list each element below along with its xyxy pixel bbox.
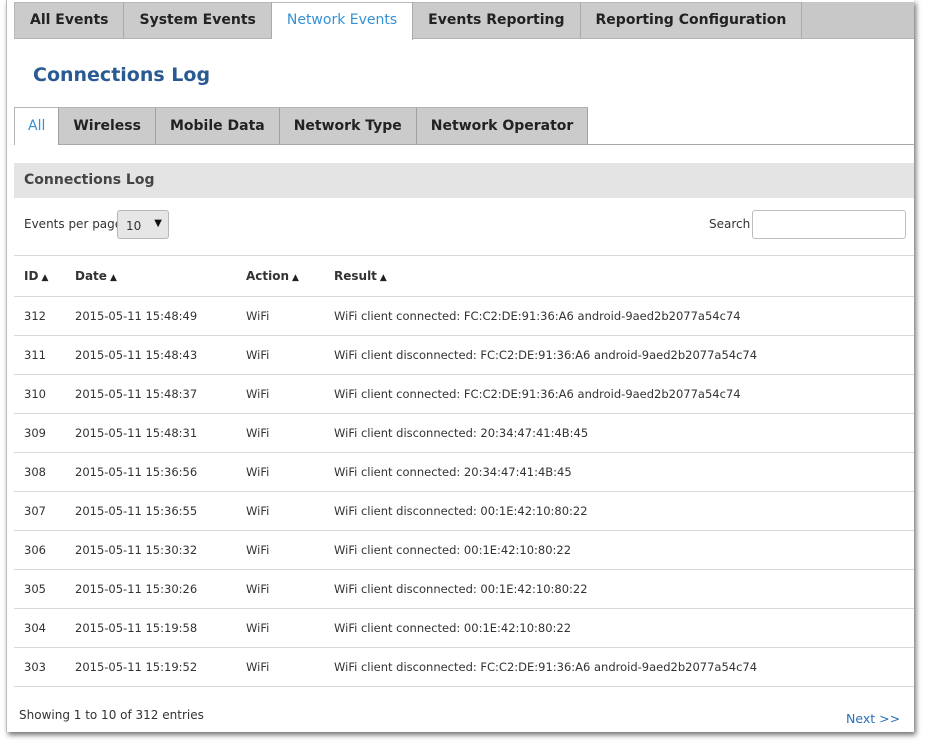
column-header-label: Date [75,269,107,283]
cell-id: 309 [14,413,65,453]
cell-result: WiFi client connected: 00:1E:42:10:80:22 [324,608,914,648]
cell-action: WiFi [236,374,324,414]
pagination-info: Showing 1 to 10 of 312 entries [19,708,204,722]
cell-date: 2015-05-11 15:48:49 [65,296,236,336]
cell-date: 2015-05-11 15:48:31 [65,413,236,453]
cell-action: WiFi [236,530,324,570]
cell-result: WiFi client disconnected: 20:34:47:41:4B… [324,413,914,453]
cell-id: 312 [14,296,65,336]
cell-action: WiFi [236,413,324,453]
column-header-id[interactable]: ID ▲ [14,255,65,297]
table-row: 304 2015-05-11 15:19:58 WiFi WiFi client co… [14,608,914,648]
sort-up-icon: ▲ [41,273,49,283]
section-header: Connections Log [14,163,914,198]
sub-tab-bar-filler [588,107,914,144]
cell-action: WiFi [236,296,324,336]
cell-id: 303 [14,647,65,687]
cell-date: 2015-05-11 15:30:26 [65,569,236,609]
cell-result: WiFi client connected: FC:C2:DE:91:36:A6… [324,296,914,336]
per-page-value: 10 [126,219,142,233]
cell-id: 307 [14,491,65,531]
search-input[interactable] [752,210,906,239]
cell-id: 310 [14,374,65,414]
cell-id: 305 [14,569,65,609]
cell-date: 2015-05-11 15:19:58 [65,608,236,648]
subtab-network-operator[interactable]: Network Operator [416,107,589,144]
table-row: 305 2015-05-11 15:30:26 WiFi WiFi client di… [14,569,914,609]
dropdown-arrow-icon: ▼ [154,218,162,229]
cell-date: 2015-05-11 15:48:37 [65,374,236,414]
cell-result: WiFi client disconnected: 00:1E:42:10:80… [324,569,914,609]
subtab-all[interactable]: All [14,107,60,145]
tab-bar-filler [802,2,914,38]
column-header-label: Result [334,269,377,283]
cell-id: 311 [14,335,65,375]
table-row: 308 2015-05-11 15:36:56 WiFi WiFi client co… [14,452,914,492]
sort-up-icon: ▲ [292,273,299,283]
cell-result: WiFi client disconnected: 00:1E:42:10:80… [324,491,914,531]
cell-result: WiFi client disconnected: FC:C2:DE:91:36… [324,335,914,375]
page-title: Connections Log [33,64,211,86]
cell-id: 306 [14,530,65,570]
cell-action: WiFi [236,452,324,492]
cell-date: 2015-05-11 15:30:32 [65,530,236,570]
column-header-action[interactable]: Action ▲ [236,255,324,297]
cell-action: WiFi [236,608,324,648]
table-header-row: ID ▲ Date ▲ Action ▲ Result ▲ [14,255,914,297]
cell-date: 2015-05-11 15:36:56 [65,452,236,492]
connections-log-table: ID ▲ Date ▲ Action ▲ Result ▲ 312 2015-05-11 … [14,255,914,687]
cell-action: WiFi [236,569,324,609]
cell-action: WiFi [236,491,324,531]
table-row: 303 2015-05-11 15:19:52 WiFi WiFi client di… [14,647,914,687]
column-header-date[interactable]: Date ▲ [65,255,236,297]
cell-id: 308 [14,452,65,492]
cell-result: WiFi client connected: 20:34:47:41:4B:45 [324,452,914,492]
cell-date: 2015-05-11 15:48:43 [65,335,236,375]
table-row: 307 2015-05-11 15:36:55 WiFi WiFi client di… [14,491,914,531]
tab-reporting-configuration[interactable]: Reporting Configuration [580,2,803,38]
sub-tab-bar: All Wireless Mobile Data Network Type Ne… [14,107,914,145]
subtab-mobile-data[interactable]: Mobile Data [155,107,280,144]
cell-action: WiFi [236,335,324,375]
cell-id: 304 [14,608,65,648]
column-header-result[interactable]: Result ▲ [324,255,914,297]
cell-result: WiFi client connected: FC:C2:DE:91:36:A6… [324,374,914,414]
cell-result: WiFi client connected: 00:1E:42:10:80:22 [324,530,914,570]
cell-date: 2015-05-11 15:36:55 [65,491,236,531]
table-row: 312 2015-05-11 15:48:49 WiFi WiFi client co… [14,296,914,336]
search-label: Search [709,217,751,231]
next-page-link[interactable]: Next >> [846,711,900,726]
table-row: 310 2015-05-11 15:48:37 WiFi WiFi client co… [14,374,914,414]
table-row: 306 2015-05-11 15:30:32 WiFi WiFi client co… [14,530,914,570]
tab-network-events[interactable]: Network Events [271,2,414,40]
app-window: All Events System Events Network Events … [6,0,914,732]
per-page-select[interactable]: 10 ▼ [117,210,169,239]
column-header-label: ID [24,269,39,283]
table-row: 309 2015-05-11 15:48:31 WiFi WiFi client di… [14,413,914,453]
subtab-wireless[interactable]: Wireless [59,107,156,144]
sort-up-icon: ▲ [109,273,117,283]
tab-all-events[interactable]: All Events [14,2,125,38]
tab-system-events[interactable]: System Events [124,2,272,38]
subtab-network-type[interactable]: Network Type [279,107,417,144]
top-tab-bar: All Events System Events Network Events … [14,2,914,40]
table-row: 311 2015-05-11 15:48:43 WiFi WiFi client di… [14,335,914,375]
cell-date: 2015-05-11 15:19:52 [65,647,236,687]
column-header-label: Action [246,269,290,283]
sort-up-icon: ▲ [379,273,387,283]
per-page-label: Events per page [24,217,123,231]
cell-action: WiFi [236,647,324,687]
tab-events-reporting[interactable]: Events Reporting [413,2,581,38]
cell-result: WiFi client disconnected: FC:C2:DE:91:36… [324,647,914,687]
